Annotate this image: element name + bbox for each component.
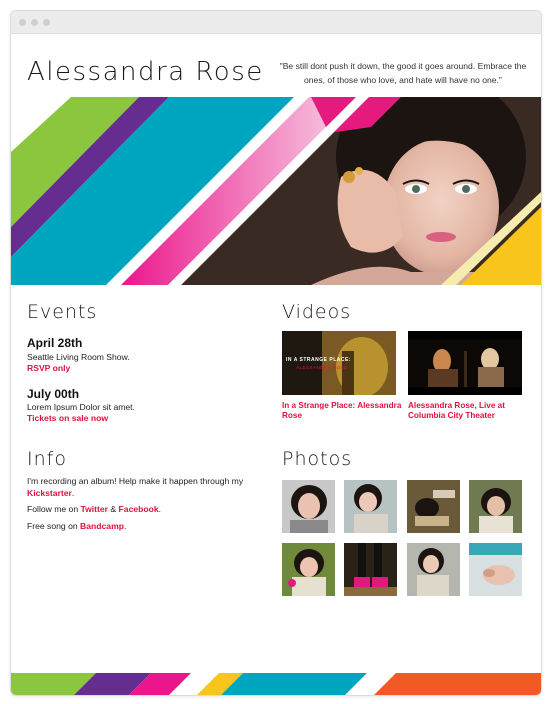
info-line3-text: Free song on xyxy=(27,521,81,531)
photo-thumb-2[interactable] xyxy=(344,480,397,533)
info-line-social: Follow me on Twitter & Facebook. xyxy=(27,503,247,515)
window-close-dot[interactable] xyxy=(19,19,26,26)
photo-1-image xyxy=(282,480,335,533)
event-2-tickets-link[interactable]: Tickets on sale now xyxy=(27,413,108,423)
photos-heading: Photos xyxy=(282,448,353,470)
event-1-desc: Seattle Living Room Show. xyxy=(27,352,130,362)
window-zoom-dot[interactable] xyxy=(43,19,50,26)
twitter-link[interactable]: Twitter xyxy=(81,504,109,514)
events-heading: Events xyxy=(27,301,98,323)
info-line-kickstarter: I'm recording an album! Help make it hap… xyxy=(27,475,247,499)
video-thumb-columbia-city[interactable] xyxy=(408,331,522,395)
site-title: Alessandra Rose xyxy=(27,57,264,87)
info-line2-end: . xyxy=(158,504,162,514)
photo-8-image xyxy=(469,543,522,596)
kickstarter-link[interactable]: Kickstarter xyxy=(27,488,72,498)
photo-thumb-4[interactable] xyxy=(469,480,522,533)
event-2-date: July 00th xyxy=(27,387,80,401)
info-line-bandcamp: Free song on Bandcamp. xyxy=(27,520,247,532)
photo-thumb-6[interactable] xyxy=(344,543,397,596)
info-heading: Info xyxy=(27,448,67,470)
bandcamp-link[interactable]: Bandcamp xyxy=(80,521,124,531)
info-line1-end: . xyxy=(71,488,75,498)
facebook-link[interactable]: Facebook xyxy=(119,504,159,514)
photo-2-image xyxy=(344,480,397,533)
event-1-rsvp-link[interactable]: RSVP only xyxy=(27,363,70,373)
photo-7-image xyxy=(407,543,460,596)
photo-6-image xyxy=(344,543,397,596)
video-1-overlay-title: IN A STRANGE PLACE: xyxy=(286,357,351,363)
window-minimize-dot[interactable] xyxy=(31,19,38,26)
photo-thumb-3[interactable] xyxy=(407,480,460,533)
video-1-overlay-subtitle: ALESSANDRA ROSE xyxy=(296,365,348,370)
info-line1-text: I'm recording an album! Help make it hap… xyxy=(27,476,244,486)
hero-graphic xyxy=(11,97,541,285)
videos-heading: Videos xyxy=(282,301,352,323)
photo-thumb-1[interactable] xyxy=(282,480,335,533)
video-2-caption[interactable]: Alessandra Rose, Live at Columbia City T… xyxy=(408,401,528,421)
video-1-image xyxy=(282,331,396,395)
info-line2-text: Follow me on xyxy=(27,504,81,514)
hero-banner xyxy=(11,97,541,285)
photo-thumb-5[interactable] xyxy=(282,543,335,596)
browser-window: Alessandra Rose "Be still dont push it d… xyxy=(10,10,542,696)
photo-thumb-8[interactable] xyxy=(469,543,522,596)
info-line2-amp: & xyxy=(108,504,119,514)
photo-thumb-7[interactable] xyxy=(407,543,460,596)
video-1-caption[interactable]: In a Strange Place: Alessandra Rose xyxy=(282,401,402,421)
photo-3-image xyxy=(407,480,460,533)
header-quote: "Be still dont push it down, the good it… xyxy=(279,61,527,85)
footer-stripes xyxy=(11,673,541,695)
photo-4-image xyxy=(469,480,522,533)
window-titlebar xyxy=(11,11,541,34)
info-line3-end: . xyxy=(123,521,127,531)
event-2-desc: Lorem Ipsum Dolor sit amet. xyxy=(27,402,135,412)
video-2-image xyxy=(408,331,522,395)
event-1-date: April 28th xyxy=(27,336,83,350)
photo-5-image xyxy=(282,543,335,596)
video-thumb-strange-place[interactable]: IN A STRANGE PLACE: ALESSANDRA ROSE xyxy=(282,331,396,395)
